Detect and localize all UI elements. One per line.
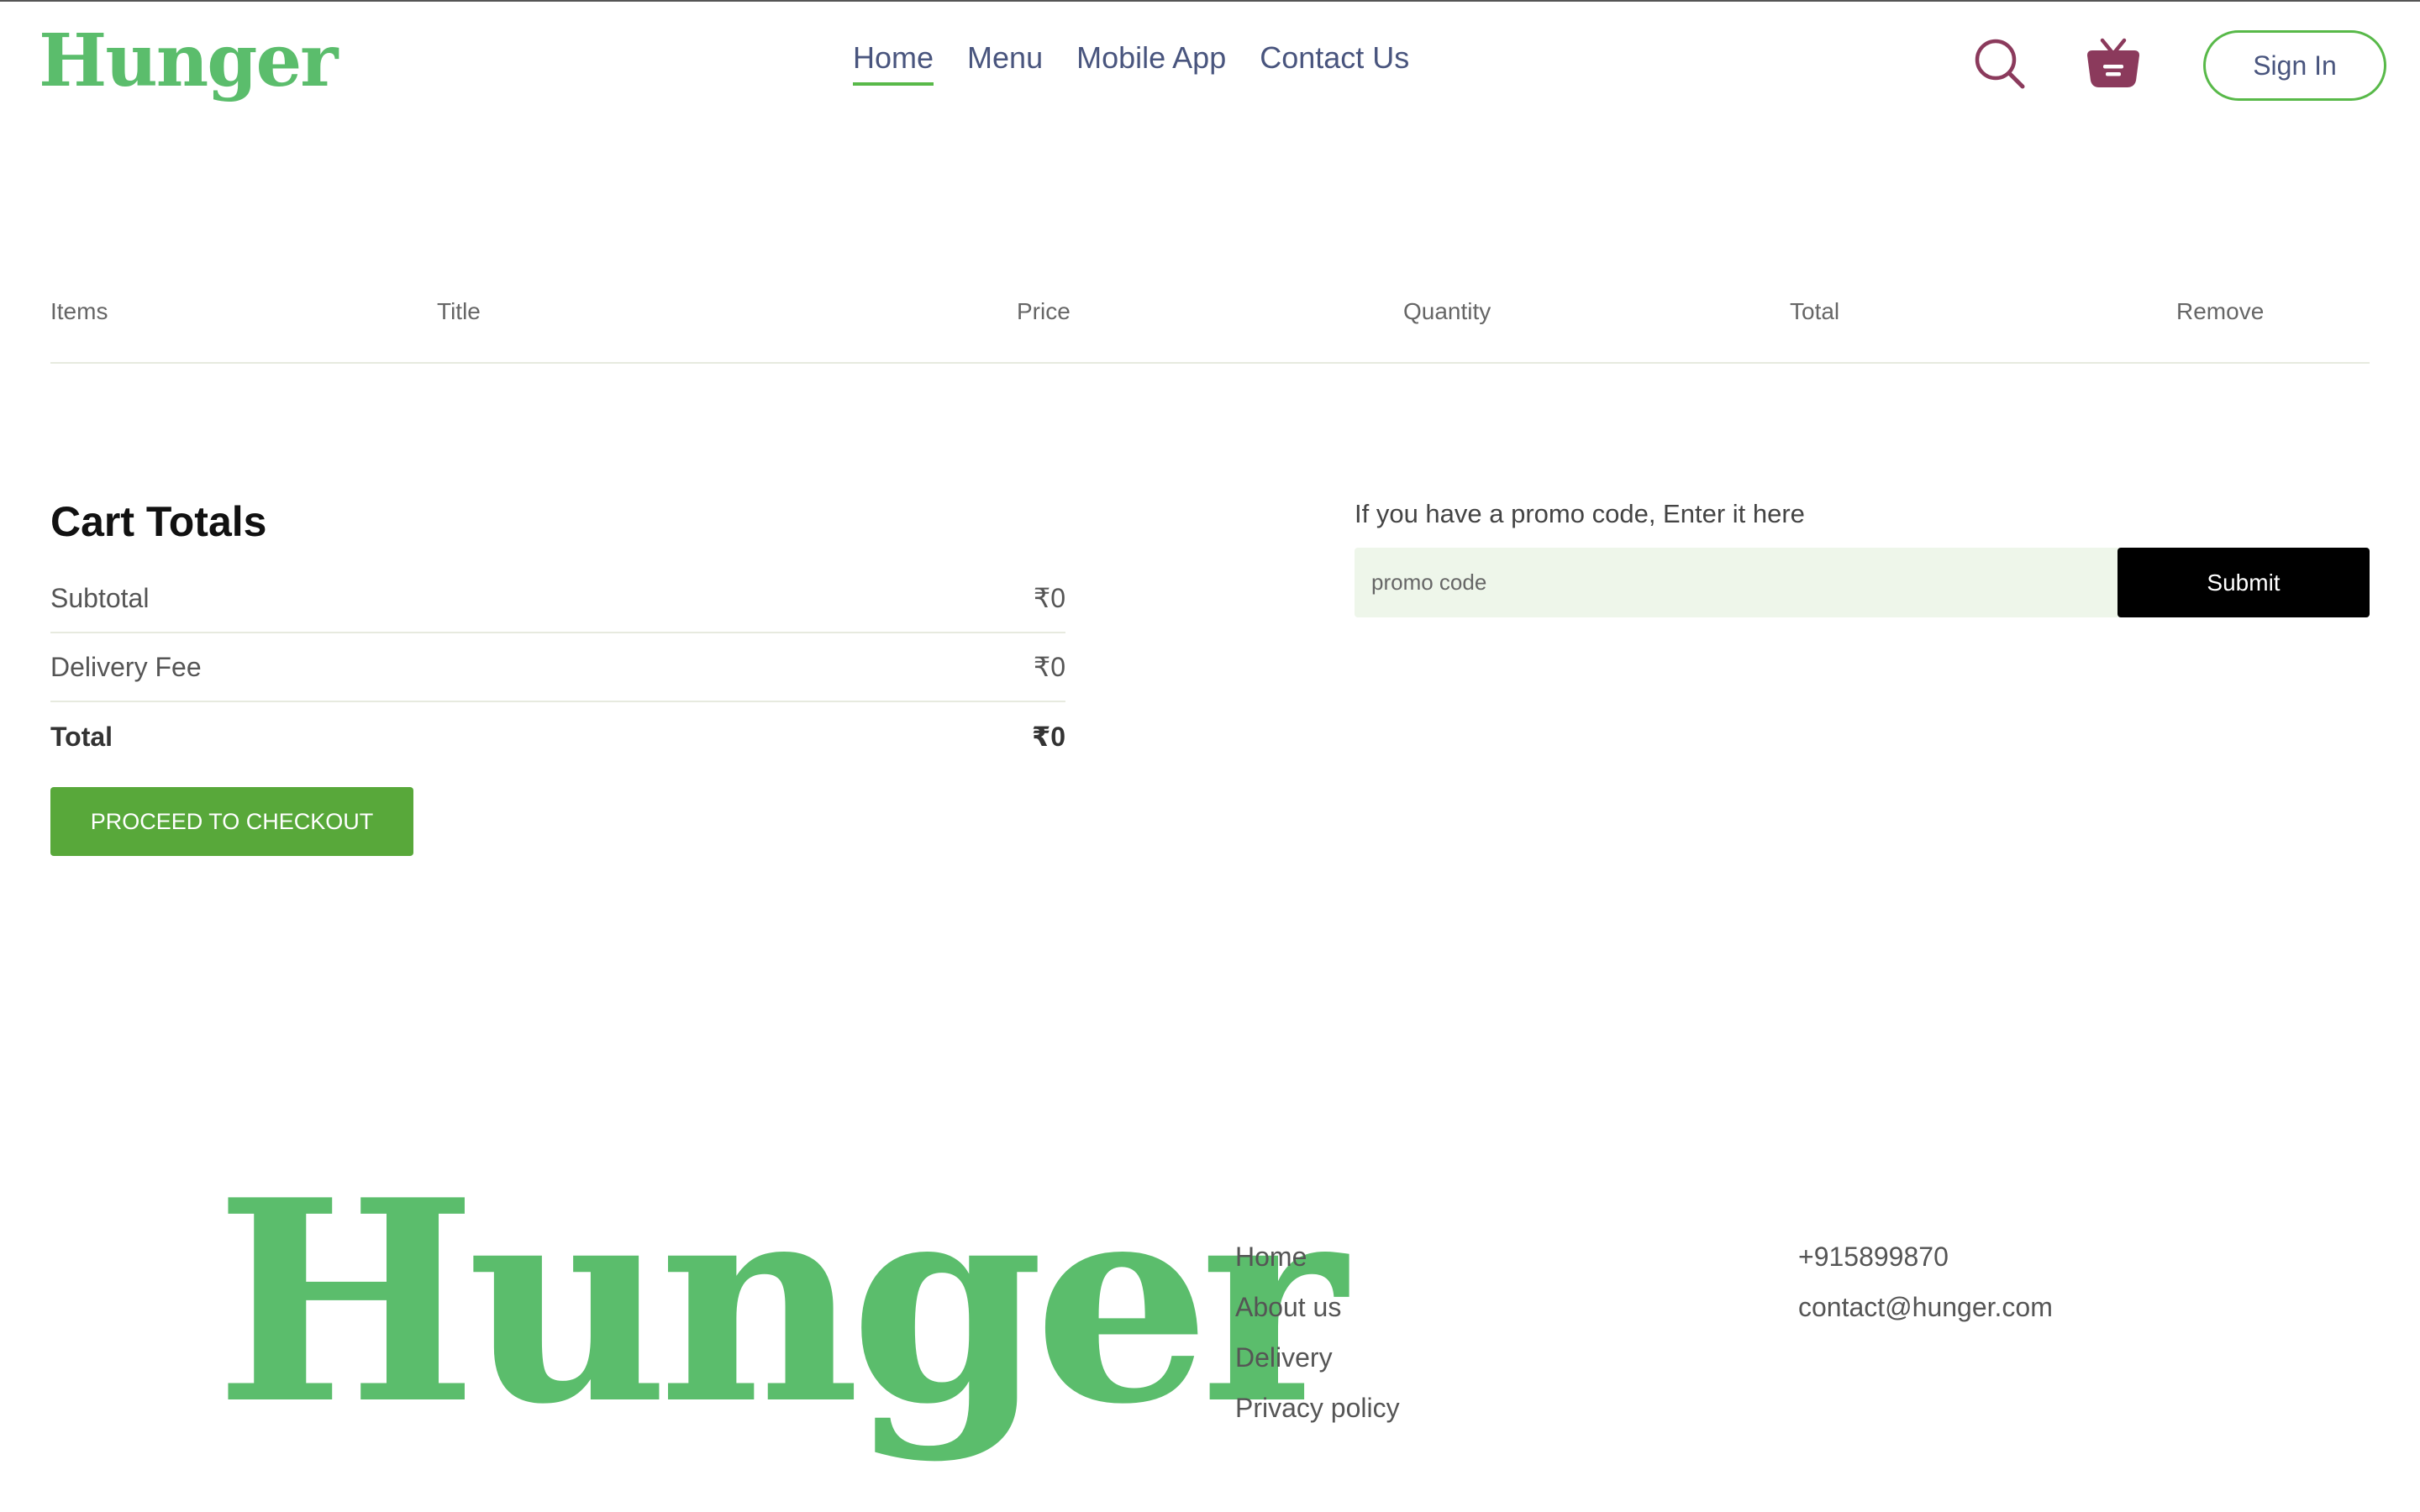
footer-email: contact@hunger.com (1798, 1292, 2053, 1322)
subtotal-value: ₹0 (1033, 583, 1065, 613)
promo-submit-button[interactable]: Submit (2118, 548, 2370, 617)
delivery-fee-value: ₹0 (1033, 652, 1065, 682)
brand-logo[interactable]: Hunger (39, 18, 338, 103)
promo-code-input[interactable] (1355, 548, 2119, 617)
footer-link-about-us[interactable]: About us (1235, 1292, 1400, 1342)
cart-table-header: Items Title Price Quantity Total Remove (50, 298, 2370, 364)
top-border (0, 0, 2420, 2)
footer-links: Home About us Delivery Privacy policy (1235, 1242, 1400, 1443)
header-items: Items (50, 298, 108, 324)
total-row: Total ₹0 (50, 702, 1065, 771)
promo-label: If you have a promo code, Enter it here (1355, 499, 1805, 528)
header-total: Total (1790, 298, 1840, 324)
header-price: Price (1017, 298, 1071, 324)
subtotal-label: Subtotal (50, 582, 150, 613)
total-label: Total (50, 721, 113, 752)
main-nav: Home Menu Mobile App Contact Us (853, 40, 1409, 86)
sign-in-button[interactable]: Sign In (2203, 30, 2386, 101)
nav-item-menu[interactable]: Menu (967, 40, 1043, 86)
footer-contact: +915899870 contact@hunger.com (1798, 1242, 2053, 1342)
header-remove: Remove (2176, 298, 2265, 324)
total-value: ₹0 (1031, 722, 1065, 752)
basket-icon[interactable] (2084, 34, 2143, 92)
footer-logo: Hunger (215, 1139, 1346, 1465)
nav-item-mobile-app[interactable]: Mobile App (1076, 40, 1226, 86)
footer-phone: +915899870 (1798, 1242, 1949, 1272)
search-icon[interactable] (1973, 37, 2027, 91)
footer-link-delivery[interactable]: Delivery (1235, 1342, 1400, 1393)
delivery-fee-row: Delivery Fee ₹0 (50, 633, 1065, 702)
delivery-fee-label: Delivery Fee (50, 651, 202, 682)
footer-link-home[interactable]: Home (1235, 1242, 1400, 1292)
cart-totals-title: Cart Totals (50, 498, 267, 545)
subtotal-row: Subtotal ₹0 (50, 564, 1065, 633)
nav-item-home[interactable]: Home (853, 40, 934, 86)
proceed-to-checkout-button[interactable]: PROCEED TO CHECKOUT (50, 787, 413, 856)
nav-item-contact-us[interactable]: Contact Us (1260, 40, 1409, 86)
footer-link-privacy-policy[interactable]: Privacy policy (1235, 1393, 1400, 1443)
header-quantity: Quantity (1403, 298, 1491, 324)
header-title: Title (437, 298, 481, 324)
